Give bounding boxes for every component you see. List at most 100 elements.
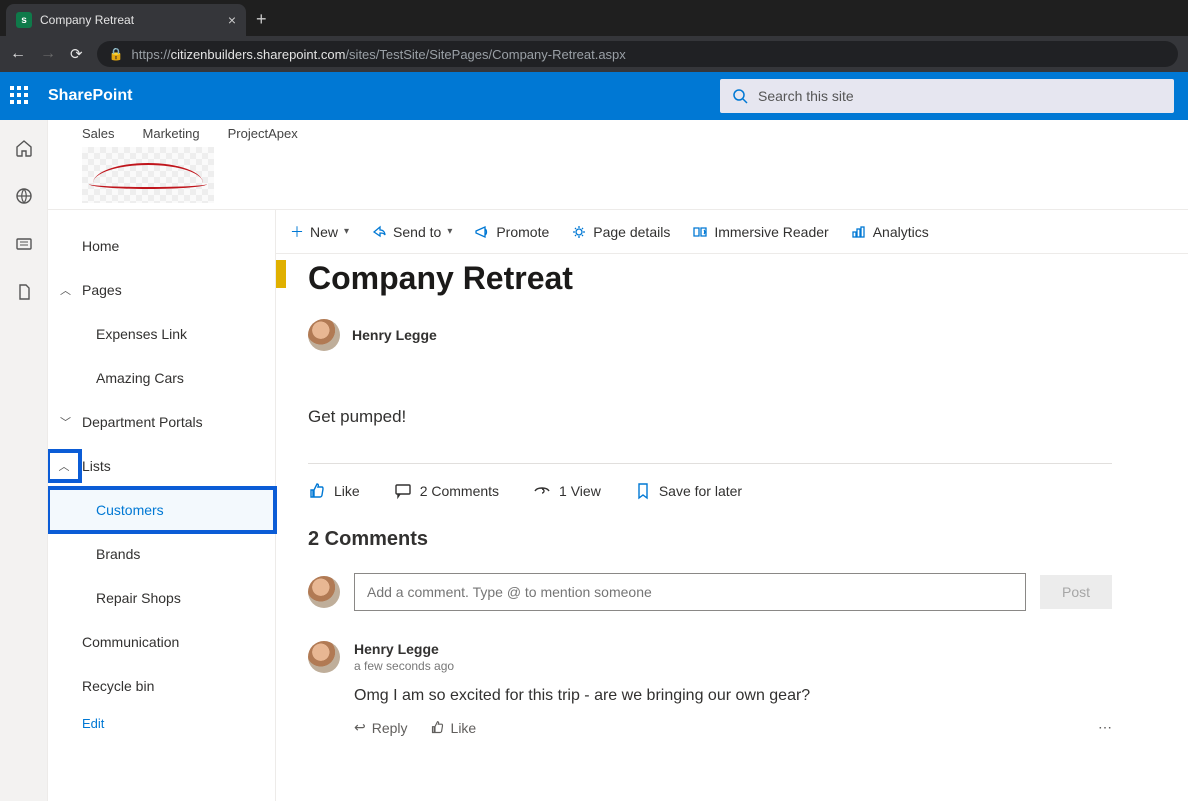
shell: Sales Marketing ProjectApex Home ︿Pages …: [0, 120, 1188, 801]
cmd-new[interactable]: ＋New▾: [290, 222, 349, 242]
tab-strip: s Company Retreat × +: [0, 0, 1188, 36]
back-button[interactable]: ←: [10, 45, 26, 63]
share-icon: [371, 224, 387, 240]
save-for-later[interactable]: Save for later: [635, 482, 742, 500]
nav-edit-link[interactable]: Edit: [48, 716, 275, 731]
comment-like-button[interactable]: Like: [430, 719, 477, 736]
chevron-up-icon[interactable]: ︿: [48, 451, 80, 481]
search-icon: [732, 88, 748, 104]
current-user-avatar[interactable]: [308, 576, 340, 608]
bookmark-icon: [635, 482, 651, 500]
cmd-send-to[interactable]: Send to▾: [371, 224, 452, 240]
forward-button[interactable]: →: [40, 45, 56, 63]
nav-communication[interactable]: Communication: [48, 620, 275, 664]
nav-home[interactable]: Home: [48, 224, 275, 268]
mid-area: Home ︿Pages Expenses Link Amazing Cars ﹀…: [48, 210, 1188, 801]
close-tab-icon[interactable]: ×: [228, 12, 236, 28]
thumbs-up-icon: [308, 482, 326, 500]
new-tab-button[interactable]: +: [246, 3, 277, 36]
nav-customers[interactable]: Customers: [48, 488, 275, 532]
lock-icon: 🔒: [109, 47, 124, 61]
book-audio-icon: [692, 224, 708, 240]
cmd-promote[interactable]: Promote: [474, 224, 549, 240]
site-header: Sales Marketing ProjectApex: [48, 120, 1188, 210]
plus-icon: ＋: [290, 222, 304, 242]
nav-pages[interactable]: ︿Pages: [48, 268, 275, 312]
nav-repair-shops[interactable]: Repair Shops: [48, 576, 275, 620]
globe-icon[interactable]: [14, 186, 34, 206]
reply-button[interactable]: ↩Reply: [354, 719, 408, 736]
comment-box-row: Post: [308, 573, 1112, 611]
site-nav: Sales Marketing ProjectApex: [82, 126, 1188, 141]
file-icon[interactable]: [14, 282, 34, 302]
nav-amazing-cars[interactable]: Amazing Cars: [48, 356, 275, 400]
search-placeholder: Search this site: [758, 88, 854, 104]
comment-actions: ↩Reply Like ⋯: [354, 719, 1112, 736]
search-box[interactable]: Search this site: [720, 79, 1174, 113]
comments-count[interactable]: 2 Comments: [394, 482, 499, 500]
eye-icon: [533, 482, 551, 500]
left-nav: Home ︿Pages Expenses Link Amazing Cars ﹀…: [48, 210, 276, 801]
chevron-down-icon: ﹀: [60, 414, 71, 430]
page-main: ＋New▾ Send to▾ Promote Page details Imme…: [276, 210, 1188, 801]
social-row: Like 2 Comments 1 View Save for later: [308, 482, 1112, 500]
suite-header: SharePoint Search this site: [0, 72, 1188, 120]
author-avatar[interactable]: [308, 319, 340, 351]
nav-recycle-bin[interactable]: Recycle bin: [48, 664, 275, 708]
comment-item: Henry Legge a few seconds ago Omg I am s…: [308, 641, 1112, 736]
nav-department-portals[interactable]: ﹀Department Portals: [48, 400, 275, 444]
page-title: Company Retreat: [308, 260, 1112, 297]
chevron-up-icon: ︿: [60, 282, 71, 298]
comment-time: a few seconds ago: [354, 659, 1112, 673]
comment-input[interactable]: [354, 573, 1026, 611]
cmd-immersive-reader[interactable]: Immersive Reader: [692, 224, 828, 240]
sharepoint-favicon: s: [16, 12, 32, 28]
like-button[interactable]: Like: [308, 482, 360, 500]
news-icon[interactable]: [14, 234, 34, 254]
tab-title: Company Retreat: [40, 13, 134, 27]
app-launcher-icon[interactable]: [10, 86, 30, 106]
thumbs-up-icon: [430, 720, 445, 735]
nav-brands[interactable]: Brands: [48, 532, 275, 576]
site-nav-marketing[interactable]: Marketing: [143, 126, 200, 141]
author-row: Henry Legge: [308, 319, 1112, 351]
comment-body: Henry Legge a few seconds ago Omg I am s…: [354, 641, 1112, 736]
post-button[interactable]: Post: [1040, 575, 1112, 609]
edit-indicator: [276, 260, 286, 288]
url-bar[interactable]: 🔒 https://citizenbuilders.sharepoint.com…: [97, 41, 1178, 67]
chevron-down-icon: ▾: [447, 226, 452, 237]
command-bar: ＋New▾ Send to▾ Promote Page details Imme…: [276, 210, 1188, 254]
reload-button[interactable]: ⟳: [70, 45, 83, 63]
page-body-text: Get pumped!: [308, 407, 1112, 427]
home-icon[interactable]: [14, 138, 34, 158]
site-nav-projectapex[interactable]: ProjectApex: [228, 126, 298, 141]
comment-author[interactable]: Henry Legge: [354, 641, 1112, 657]
views-count[interactable]: 1 View: [533, 482, 601, 500]
browser-tab[interactable]: s Company Retreat ×: [6, 4, 246, 36]
app-rail: [0, 120, 48, 801]
page-inner: Company Retreat Henry Legge Get pumped! …: [276, 254, 1188, 756]
comment-icon: [394, 482, 412, 500]
gear-icon: [571, 224, 587, 240]
brand-label[interactable]: SharePoint: [48, 87, 132, 105]
author-name[interactable]: Henry Legge: [352, 327, 437, 343]
site-logo[interactable]: [82, 147, 214, 203]
cmd-page-details[interactable]: Page details: [571, 224, 670, 240]
cmd-analytics[interactable]: Analytics: [851, 224, 929, 240]
comment-text: Omg I am so excited for this trip - are …: [354, 687, 1112, 705]
reply-icon: ↩: [354, 719, 366, 736]
address-bar-row: ← → ⟳ 🔒 https://citizenbuilders.sharepoi…: [0, 36, 1188, 72]
analytics-icon: [851, 224, 867, 240]
url-text: https://citizenbuilders.sharepoint.com/s…: [132, 47, 626, 62]
car-logo-icon: [93, 163, 203, 187]
nav-expenses-link[interactable]: Expenses Link: [48, 312, 275, 356]
site-nav-sales[interactable]: Sales: [82, 126, 115, 141]
chevron-down-icon: ▾: [344, 226, 349, 237]
megaphone-icon: [474, 224, 490, 240]
nav-lists[interactable]: ︿ Lists: [48, 444, 275, 488]
divider: [308, 463, 1112, 464]
comments-header: 2 Comments: [308, 528, 1112, 551]
browser-chrome: s Company Retreat × + ← → ⟳ 🔒 https://ci…: [0, 0, 1188, 72]
more-icon[interactable]: ⋯: [1098, 719, 1112, 736]
comment-avatar[interactable]: [308, 641, 340, 673]
